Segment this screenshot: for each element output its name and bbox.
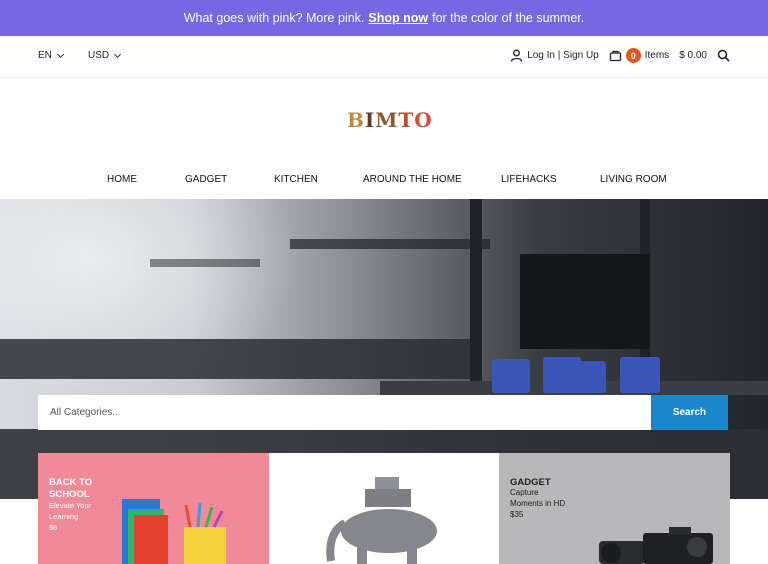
nav-item-home[interactable]: HOME — [107, 174, 137, 185]
shop-now-link[interactable]: Shop now — [368, 11, 428, 25]
account-link[interactable]: Log In | Sign Up — [510, 49, 599, 62]
promo-card-figurine[interactable] — [269, 453, 499, 564]
top-bar: EN USD Log In | Sign Up 0 Items $ 0.00 — [0, 36, 768, 78]
nav-item-kitchen[interactable]: KITCHEN — [274, 174, 318, 185]
elephant-figurine-image — [326, 477, 437, 564]
search-icon[interactable] — [717, 49, 730, 62]
promo-card-gadget[interactable]: GADGET Capture Moments in HD $35 — [499, 453, 730, 564]
card-subtitle: Elevate Your Learning $6 — [49, 501, 92, 532]
search-input[interactable] — [38, 395, 651, 430]
cart-button[interactable]: 0 Items — [609, 48, 669, 63]
user-icon — [511, 49, 523, 62]
nav-item-gadget[interactable]: GADGET — [185, 174, 227, 185]
nav-item-living-room[interactable]: LIVING ROOM — [600, 174, 667, 185]
promo-text-after: for the color of the summer. — [432, 11, 585, 25]
cart-label: Items — [644, 50, 670, 61]
nav-item-around-the-home[interactable]: AROUND THE HOME — [363, 174, 462, 185]
language-label: EN — [38, 50, 52, 61]
card-subtitle: Capture Moments in HD $35 — [510, 488, 566, 519]
currency-label: USD — [88, 50, 110, 61]
camera-image — [599, 527, 713, 564]
cart-icon — [609, 50, 621, 62]
promo-text: What goes with pink? More pink. — [183, 11, 365, 25]
cart-count-badge: 0 — [625, 48, 641, 63]
school-supplies-image — [122, 499, 226, 564]
search-bar: Search — [38, 395, 728, 430]
account-label: Log In | Sign Up — [527, 50, 599, 61]
currency-dropdown[interactable]: USD — [88, 50, 122, 61]
language-dropdown[interactable]: EN — [38, 50, 64, 61]
promo-card-back-to-school[interactable]: BACK TO SCHOOL Elevate Your Learning $6 — [38, 453, 269, 564]
chevron-down-icon — [114, 50, 122, 58]
cart-total: $ 0.00 — [679, 50, 707, 61]
chevron-down-icon — [56, 50, 64, 58]
card-title: BACK TO SCHOOL — [49, 477, 93, 500]
brand-logo[interactable]: BIMTO — [347, 108, 433, 132]
promo-banner: What goes with pink? More pink. Shop now… — [0, 0, 768, 36]
search-button[interactable]: Search — [651, 395, 728, 430]
nav-item-lifehacks[interactable]: LIFEHACKS — [501, 174, 557, 185]
